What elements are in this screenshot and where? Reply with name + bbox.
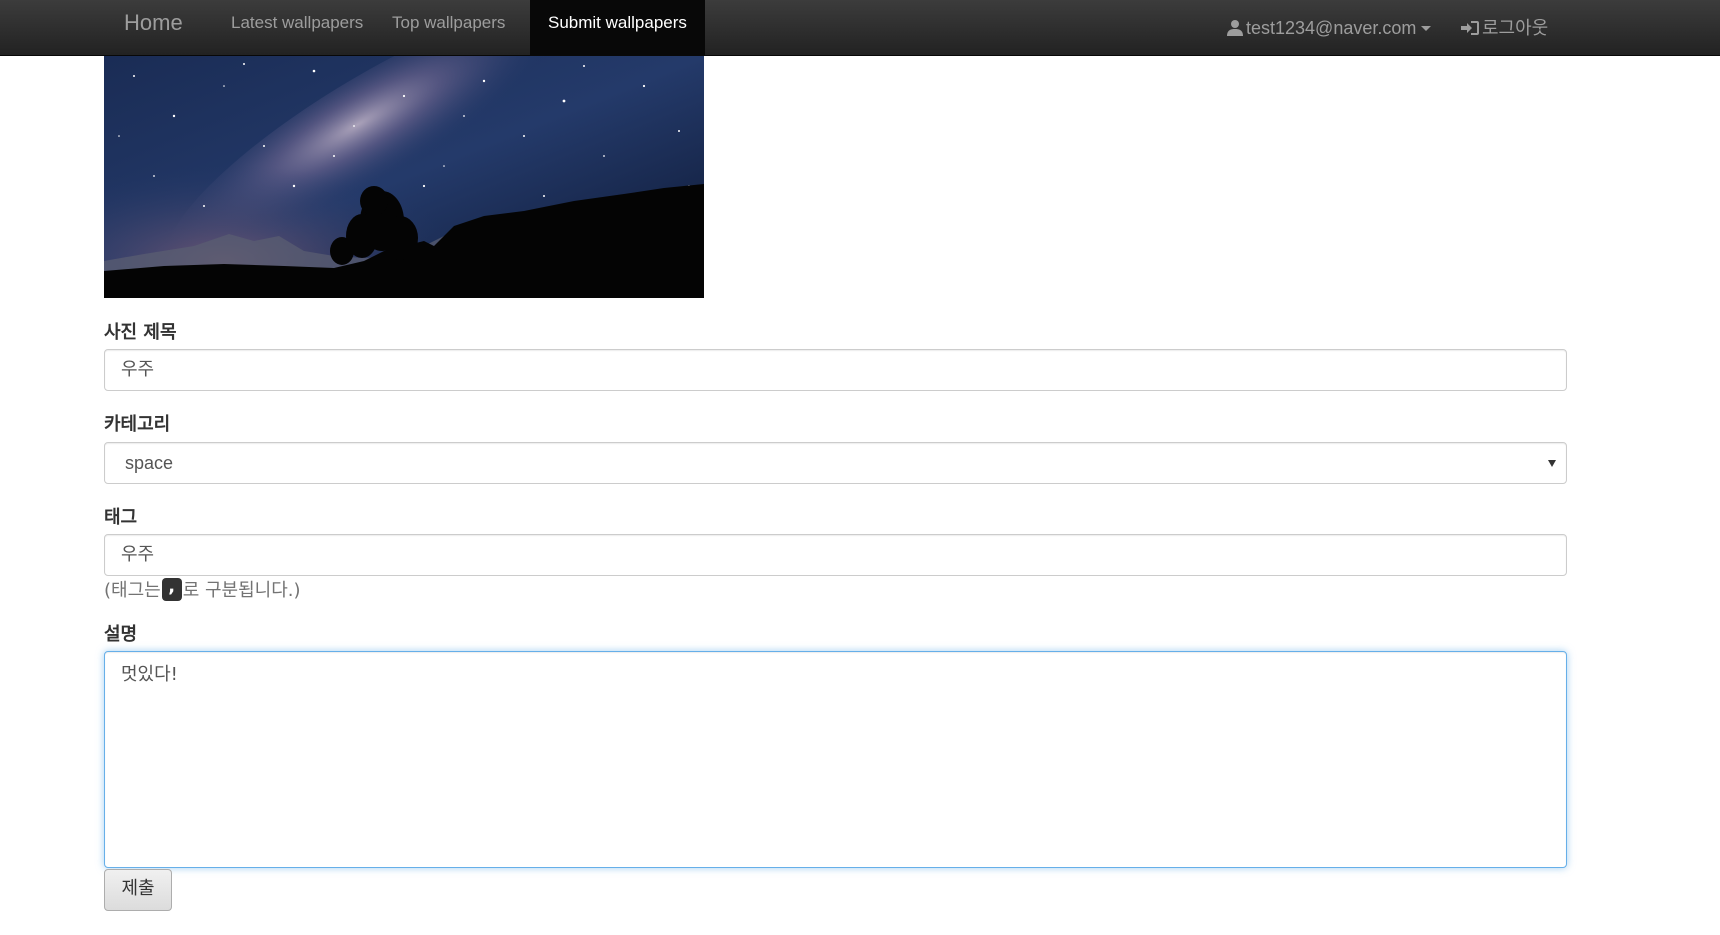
tag-input[interactable]: 우주 — [104, 534, 1567, 576]
title-input[interactable]: 우주 — [104, 349, 1567, 391]
starry-night-sky-icon — [104, 56, 704, 298]
user-email: test1234@naver.com — [1246, 17, 1417, 38]
nav-link-top[interactable]: Top wallpapers — [374, 0, 523, 55]
title-label: 사진 제목 — [104, 322, 177, 343]
description-label: 설명 — [104, 624, 138, 645]
user-icon — [1226, 19, 1244, 37]
tag-label: 태그 — [104, 507, 138, 528]
category-label: 카테고리 — [104, 414, 171, 435]
chevron-down-icon — [1548, 460, 1556, 467]
submit-button[interactable]: 제출 — [104, 869, 172, 911]
nav-brand-home[interactable]: Home — [104, 0, 203, 56]
log-in-icon — [1460, 19, 1480, 37]
category-select[interactable]: space — [104, 442, 1567, 484]
tag-help-text: (태그는 , 로 구분됩니다.) — [104, 576, 301, 602]
navbar: Home Latest wallpapers Top wallpapers Su… — [0, 0, 1720, 56]
tag-separator-key: , — [161, 577, 182, 601]
description-textarea[interactable]: 멋있다! — [104, 651, 1567, 868]
tag-help-suffix: 로 구분됩니다.) — [182, 580, 301, 601]
logout-label: 로그아웃 — [1482, 17, 1549, 38]
user-menu-toggle[interactable]: test1234@naver.com — [1226, 0, 1432, 55]
chevron-down-icon — [1421, 26, 1432, 31]
nav-link-latest[interactable]: Latest wallpapers — [213, 0, 381, 55]
wallpaper-preview-image — [104, 56, 704, 298]
tag-help-prefix: (태그는 — [104, 580, 161, 601]
category-selected-value: space — [125, 453, 174, 473]
logout-link[interactable]: 로그아웃 — [1460, 0, 1548, 55]
nav-link-submit[interactable]: Submit wallpapers — [530, 0, 705, 55]
